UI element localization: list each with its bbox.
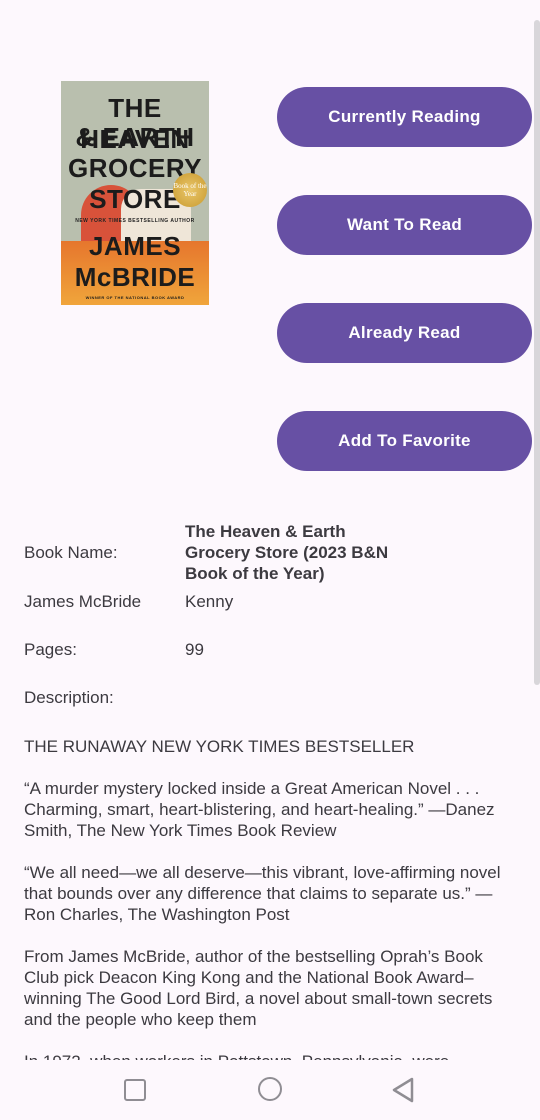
add-to-favorite-button[interactable]: Add To Favorite xyxy=(277,411,532,471)
award-seal: Book of the Year xyxy=(173,173,207,207)
cover-footer: WINNER OF THE NATIONAL BOOK AWARD xyxy=(85,295,185,300)
cover-author-line1: JAMES xyxy=(88,231,182,261)
want-to-read-button[interactable]: Want To Read xyxy=(277,195,532,255)
description-paragraph: THE RUNAWAY NEW YORK TIMES BESTSELLER xyxy=(24,737,415,756)
description-text: THE RUNAWAY NEW YORK TIMES BESTSELLER “A… xyxy=(24,736,514,1060)
recents-icon[interactable] xyxy=(124,1079,146,1101)
scrollbar[interactable] xyxy=(534,20,540,685)
description-paragraph: From James McBride, author of the bestse… xyxy=(24,947,493,1029)
pages-value: 99 xyxy=(185,640,204,659)
description-label: Description: xyxy=(24,688,114,707)
book-name-value: The Heaven & Earth Grocery Store (2023 B… xyxy=(185,522,389,583)
cover-author-line2: McBRIDE xyxy=(74,262,196,292)
home-icon[interactable] xyxy=(258,1077,282,1101)
description-paragraph: “We all need—we all deserve—this vibrant… xyxy=(24,863,501,924)
author-label: James McBride xyxy=(24,592,142,611)
back-icon[interactable] xyxy=(390,1076,416,1104)
already-read-button[interactable]: Already Read xyxy=(277,303,532,363)
book-name-label: Book Name: xyxy=(24,543,118,562)
author-value: Kenny xyxy=(185,592,234,611)
cover-title-line2: & EARTH xyxy=(75,122,195,152)
book-cover-image: THE HEAVEN & EARTH GROCERY STORE NEW YOR… xyxy=(61,81,209,305)
currently-reading-button[interactable]: Currently Reading xyxy=(277,87,532,147)
description-paragraph: In 1972, when workers in Pottstown, Penn… xyxy=(24,1051,514,1060)
cover-tagline: NEW YORK TIMES BESTSELLING AUTHOR xyxy=(75,218,195,224)
description-paragraph: “A murder mystery locked inside a Great … xyxy=(24,779,495,840)
pages-label: Pages: xyxy=(24,640,77,659)
